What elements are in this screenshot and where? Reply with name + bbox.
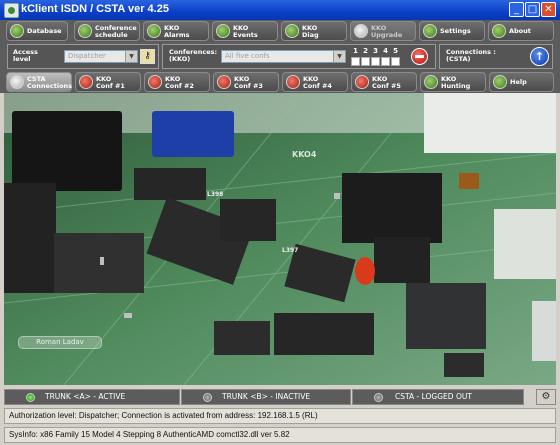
phone-icon: [148, 75, 162, 89]
chip-label: L397: [282, 247, 299, 254]
calendar-icon: [78, 24, 92, 38]
connections-panel: Connections : (CSTA) ↑: [439, 44, 553, 69]
kko-conf-5-label: KKO Conf #5: [372, 75, 401, 90]
help-icon: [493, 75, 507, 89]
watermark: Roman Ladav: [18, 336, 102, 349]
conf-number-3: 3: [373, 47, 378, 55]
access-level-value: Dispatcher: [68, 52, 106, 60]
kko-conf-2-label: KKO Conf #2: [165, 75, 194, 90]
authorization-info: Authorization level: Dispatcher; Connect…: [4, 408, 556, 424]
kko-upgrade-label: KKO Upgrade: [371, 24, 403, 39]
csta-connections-button[interactable]: CSTA Connections: [6, 72, 72, 92]
database-button[interactable]: Database: [6, 21, 68, 41]
trunk-b-label: TRUNK <B> - INACTIVE: [222, 392, 311, 401]
connections-icon: [10, 75, 24, 89]
help-button[interactable]: Help: [489, 72, 554, 92]
trunk-status-bar: TRUNK <A> - ACTIVE TRUNK <B> - INACTIVE …: [4, 389, 556, 405]
phone-icon: [355, 75, 369, 89]
kko-alarms-button[interactable]: KKO Alarms: [143, 21, 209, 41]
diag-icon: [285, 24, 299, 38]
conference-schedule-label: Conference schedule: [95, 24, 137, 39]
chevron-down-icon[interactable]: ▼: [125, 51, 137, 62]
trunk-b-status: TRUNK <B> - INACTIVE: [181, 389, 351, 405]
kko-conf-1-label: KKO Conf #1: [96, 75, 125, 90]
connections-label: Connections : (CSTA): [446, 48, 496, 63]
conferences-select[interactable]: All five confs ▼: [221, 50, 346, 63]
trunk-a-status: TRUNK <A> - ACTIVE: [4, 389, 180, 405]
access-panel: Access level Dispatcher ▼ ⚷: [7, 44, 159, 69]
conference-toolbar: CSTA Connections KKO Conf #1 KKO Conf #2…: [0, 71, 560, 93]
main-toolbar: Database Conference schedule KKO Alarms …: [0, 20, 560, 42]
settings-label: Settings: [440, 27, 471, 35]
csta-connections-label: CSTA Connections: [27, 75, 73, 90]
window-title: kClient ISDN / CSTA ver 4.25: [21, 3, 169, 15]
gear-icon: [423, 24, 437, 38]
info-icon: [492, 24, 506, 38]
about-label: About: [509, 27, 531, 35]
access-level-label: Access level: [13, 48, 38, 63]
kko-hunting-button[interactable]: KKO Hunting: [420, 72, 486, 92]
key-icon[interactable]: ⚷: [140, 49, 155, 64]
chip-label: L398: [207, 191, 224, 198]
kko-upgrade-button[interactable]: KKO Upgrade: [350, 21, 416, 41]
board-label: KKO4: [292, 150, 317, 159]
conferences-label: Conferences: (KKO): [169, 48, 218, 63]
conf-checkbox-4[interactable]: [381, 57, 390, 66]
kko-alarms-label: KKO Alarms: [164, 24, 190, 39]
control-bar: Access level Dispatcher ▼ ⚷ Conferences:…: [0, 42, 560, 71]
kko-conf-3-button[interactable]: KKO Conf #3: [213, 72, 279, 92]
kko-hunting-label: KKO Hunting: [441, 75, 471, 90]
conf-checkbox-3[interactable]: [371, 57, 380, 66]
lock-icon[interactable]: ⚙: [536, 389, 556, 405]
conferences-value: All five confs: [225, 52, 270, 60]
conf-checkbox-1[interactable]: [351, 57, 360, 66]
kko-diag-button[interactable]: KKO Diag: [281, 21, 347, 41]
kko-conf-3-label: KKO Conf #3: [234, 75, 263, 90]
phone-icon: [286, 75, 300, 89]
database-icon: [10, 24, 24, 38]
kko-conf-1-button[interactable]: KKO Conf #1: [75, 72, 141, 92]
trunk-a-label: TRUNK <A> - ACTIVE: [45, 392, 126, 401]
close-button[interactable]: ✕: [541, 2, 556, 17]
hunting-icon: [424, 75, 438, 89]
kko-events-button[interactable]: KKO Events: [212, 21, 278, 41]
help-label: Help: [510, 78, 527, 86]
kko-events-label: KKO Events: [233, 24, 258, 39]
alarm-icon: [147, 24, 161, 38]
app-icon[interactable]: [4, 3, 19, 18]
kko-conf-4-button[interactable]: KKO Conf #4: [282, 72, 348, 92]
title-bar: kClient ISDN / CSTA ver 4.25 _ □ ✕: [0, 0, 560, 20]
conferences-panel: Conferences: (KKO) All five confs ▼ 1 2 …: [162, 44, 436, 69]
upgrade-icon: [354, 24, 368, 38]
phone-icon: [79, 75, 93, 89]
conf-number-5: 5: [393, 47, 398, 55]
maximize-button[interactable]: □: [525, 2, 540, 17]
database-label: Database: [27, 27, 62, 35]
status-led-icon: [203, 393, 212, 402]
events-icon: [216, 24, 230, 38]
kko-conf-2-button[interactable]: KKO Conf #2: [144, 72, 210, 92]
minimize-button[interactable]: _: [509, 2, 524, 17]
sysinfo-line: SysInfo: x86 Family 15 Model 4 Stepping …: [4, 427, 556, 443]
about-button[interactable]: About: [488, 21, 554, 41]
conf-number-4: 4: [383, 47, 388, 55]
csta-label: CSTA - LOGGED OUT: [395, 392, 472, 401]
csta-status: CSTA - LOGGED OUT: [352, 389, 524, 405]
conference-schedule-button[interactable]: Conference schedule: [74, 21, 140, 41]
kko-diag-label: KKO Diag: [302, 24, 319, 39]
arrow-up-icon[interactable]: ↑: [530, 47, 549, 66]
access-level-select[interactable]: Dispatcher ▼: [64, 50, 138, 63]
chevron-down-icon[interactable]: ▼: [333, 51, 345, 62]
conf-checkbox-5[interactable]: [391, 57, 400, 66]
settings-button[interactable]: Settings: [419, 21, 485, 41]
conf-number-1: 1: [353, 47, 358, 55]
conf-checkbox-2[interactable]: [361, 57, 370, 66]
status-led-icon: [26, 393, 35, 402]
phone-icon: [217, 75, 231, 89]
kko-conf-5-button[interactable]: KKO Conf #5: [351, 72, 417, 92]
kko-conf-4-label: KKO Conf #4: [303, 75, 332, 90]
status-led-icon: [374, 393, 383, 402]
stop-icon[interactable]: [411, 48, 428, 65]
conf-number-2: 2: [363, 47, 368, 55]
